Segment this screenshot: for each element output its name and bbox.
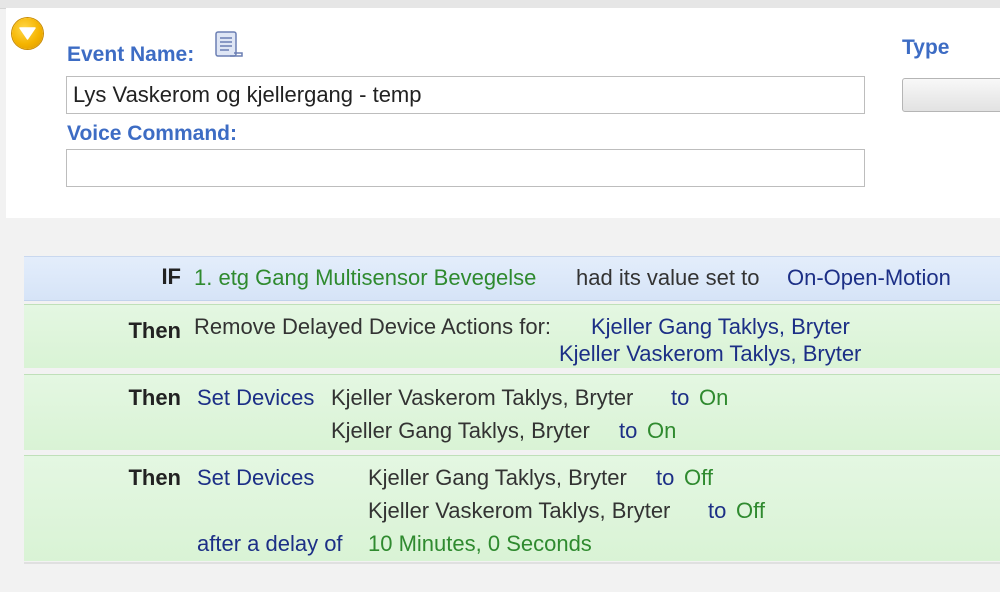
notepad-icon[interactable] [212, 29, 244, 61]
to-text: to [708, 498, 727, 523]
device-name: Kjeller Vaskerom Taklys, Bryter [368, 498, 671, 523]
then-row-set-devices-off-delayed[interactable]: Then Set Devices Kjeller Gang Taklys, Br… [24, 455, 1000, 561]
bottom-border [24, 562, 1000, 564]
if-value-link[interactable]: On-Open-Motion [787, 265, 951, 291]
collapse-toggle-button[interactable] [12, 18, 43, 49]
to-text: to [671, 385, 690, 410]
if-phrase: had its value set to [576, 265, 760, 290]
voice-command-input[interactable] [66, 149, 865, 187]
then-row-set-devices-on[interactable]: Then Set Devices Kjeller Vaskerom Taklys… [24, 374, 1000, 450]
device-name: Kjeller Vaskerom Taklys, Bryter [331, 385, 634, 410]
if-row[interactable]: IF 1. etg Gang Multisensor Bevegelse had… [24, 256, 1000, 301]
chevron-down-icon [19, 27, 36, 40]
state-value-link[interactable]: Off [736, 498, 765, 524]
to-text: to [656, 465, 675, 490]
type-label: Type [902, 36, 950, 59]
type-select[interactable] [902, 78, 1000, 112]
event-name-input[interactable] [66, 76, 865, 114]
then-keyword: Then [128, 385, 181, 410]
device-link[interactable]: Kjeller Gang Taklys, Bryter [591, 314, 850, 340]
device-name: Kjeller Gang Taklys, Bryter [368, 465, 627, 490]
then-row-remove-delayed[interactable]: Then Remove Delayed Device Actions for: … [24, 304, 1000, 368]
then-keyword: Then [128, 318, 181, 343]
delay-label: after a delay of [197, 531, 343, 556]
state-value-link[interactable]: Off [684, 465, 713, 491]
if-device-link[interactable]: 1. etg Gang Multisensor Bevegelse [194, 265, 536, 291]
then-keyword: Then [128, 465, 181, 490]
voice-command-label: Voice Command: [67, 122, 237, 145]
to-text: to [619, 418, 638, 443]
delay-value-link[interactable]: 10 Minutes, 0 Seconds [368, 531, 592, 557]
event-name-label: Event Name: [67, 43, 195, 66]
device-name: Kjeller Gang Taklys, Bryter [331, 418, 590, 443]
set-devices-action-link[interactable]: Set Devices [197, 385, 314, 411]
remove-delayed-action-text: Remove Delayed Device Actions for: [194, 314, 552, 339]
state-value-link[interactable]: On [699, 385, 728, 411]
if-keyword: IF [161, 264, 181, 289]
device-link[interactable]: Kjeller Vaskerom Taklys, Bryter [559, 341, 861, 367]
state-value-link[interactable]: On [647, 418, 676, 444]
set-devices-action-link[interactable]: Set Devices [197, 465, 314, 491]
